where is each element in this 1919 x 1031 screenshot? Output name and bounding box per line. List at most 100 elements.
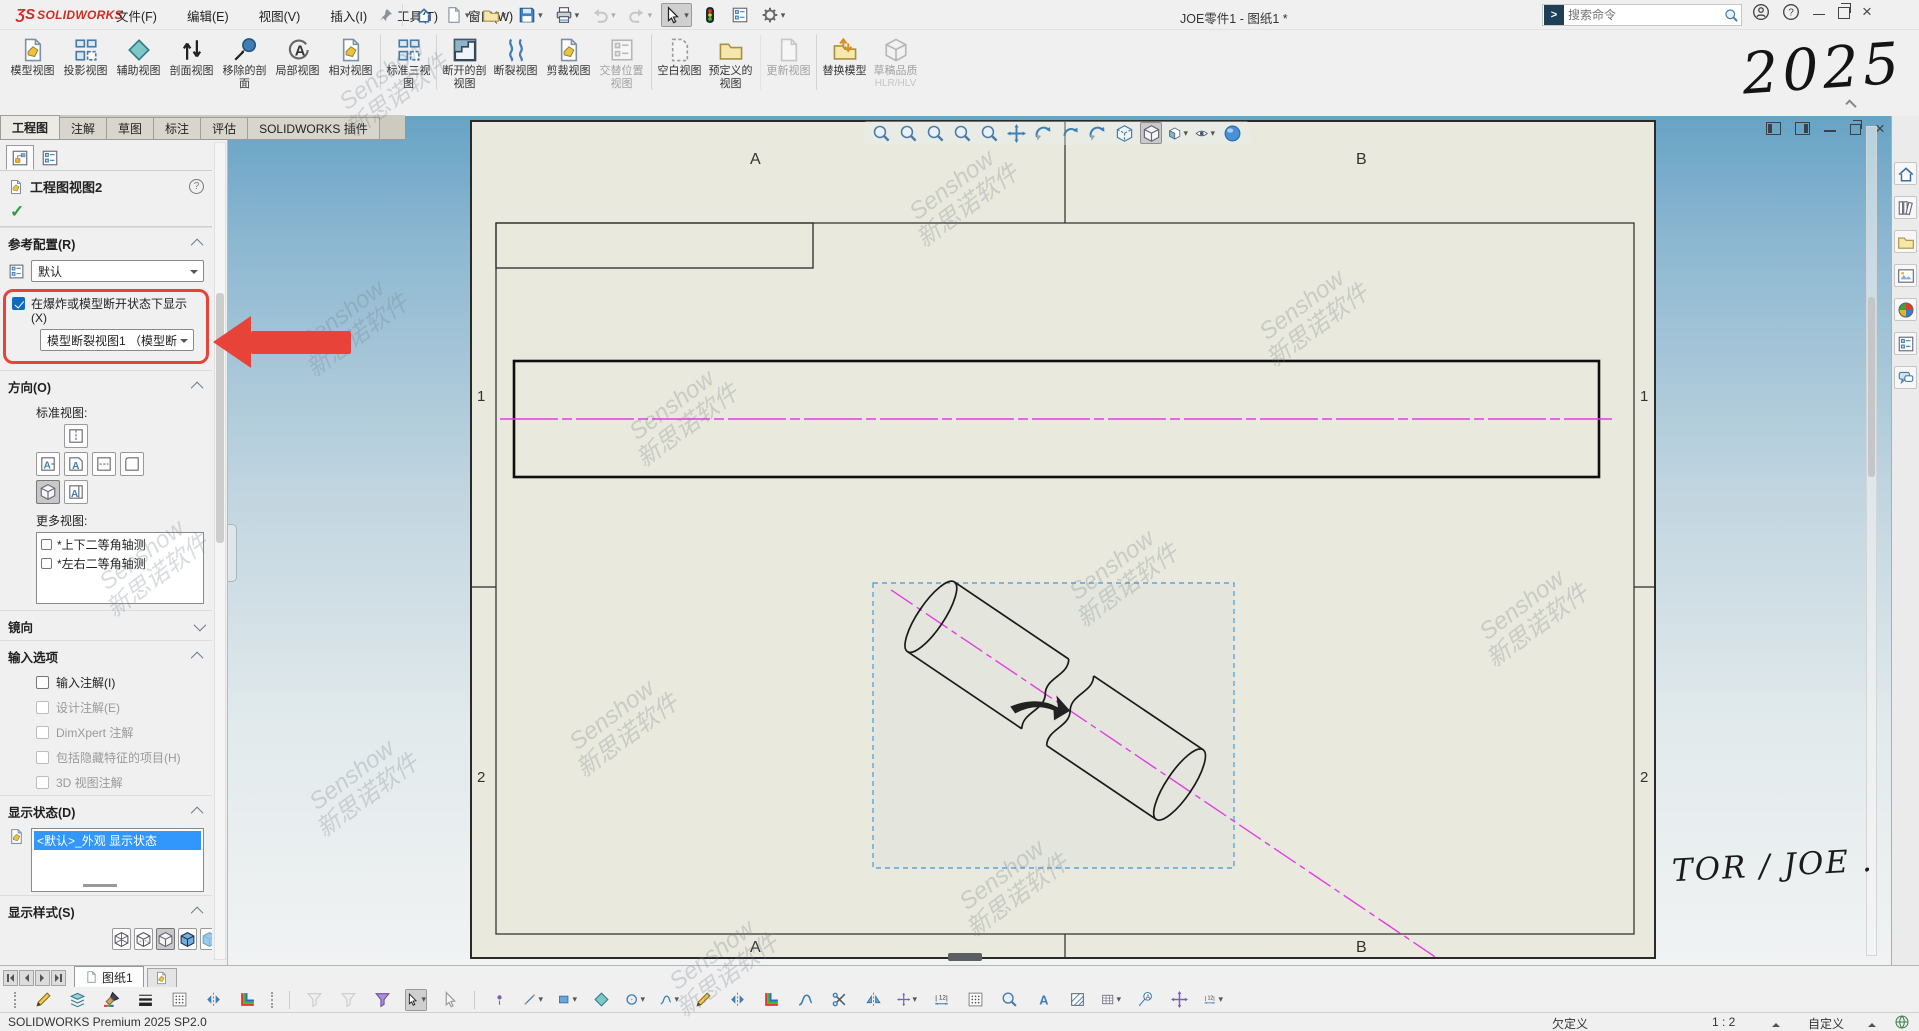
- last-sheet-button[interactable]: [51, 970, 66, 986]
- view-selection-box[interactable]: [873, 583, 1234, 868]
- import-option[interactable]: 输入注解(I): [0, 670, 212, 695]
- select-other-button[interactable]: [439, 989, 461, 1011]
- removed-section-button[interactable]: 移除的剖面: [218, 34, 271, 90]
- option-checkbox[interactable]: [36, 751, 49, 764]
- model-break-view-dropdown[interactable]: 模型断裂视图1 （模型断: [40, 329, 194, 351]
- import-option[interactable]: DimXpert 注解: [0, 720, 212, 745]
- import-option[interactable]: 包括隐藏特征的项目(H): [0, 745, 212, 770]
- sketch-polygon-button[interactable]: [590, 989, 612, 1011]
- panel-splitter-handle[interactable]: [228, 524, 237, 582]
- sketch-point-button[interactable]: [488, 989, 510, 1011]
- select-tool-button[interactable]: [405, 989, 427, 1011]
- custom-properties-button[interactable]: [1894, 332, 1917, 355]
- mirror-entities-button[interactable]: [862, 989, 884, 1011]
- ribbon-collapse-icon[interactable]: [1845, 99, 1856, 110]
- undo-button[interactable]: [588, 3, 619, 27]
- view-isometric-button[interactable]: [36, 480, 60, 504]
- command-tab[interactable]: 标注: [153, 117, 201, 139]
- sketch-circle-button[interactable]: [624, 989, 646, 1011]
- section-mirror[interactable]: 镜向: [0, 610, 212, 640]
- more-views-list[interactable]: *上下二等角轴测 *左右二等角轴测: [36, 532, 204, 604]
- exploded-state-checkbox[interactable]: [12, 297, 25, 310]
- toolbar-grip[interactable]: [271, 992, 274, 1008]
- redraw-button[interactable]: [1086, 122, 1108, 144]
- view-palette-button[interactable]: [1894, 264, 1917, 287]
- open-button[interactable]: [479, 3, 510, 27]
- table-button[interactable]: [1100, 989, 1122, 1011]
- sheet-tab[interactable]: 图纸1: [74, 966, 144, 987]
- sketch-line-button[interactable]: [522, 989, 544, 1011]
- new-document-button[interactable]: [442, 3, 473, 27]
- magnify-button[interactable]: [998, 989, 1020, 1011]
- update-view-button[interactable]: 更新视图: [760, 34, 813, 90]
- command-tab[interactable]: 注解: [59, 117, 107, 139]
- dimension-set-button[interactable]: [1202, 989, 1224, 1011]
- display-state-list[interactable]: <默认>_外观 显示状态: [31, 828, 204, 892]
- layers-button[interactable]: [66, 989, 88, 1011]
- display-state-scrollbar[interactable]: [83, 884, 117, 887]
- units-label[interactable]: 自定义: [1808, 1015, 1844, 1031]
- add-sheet-button[interactable]: [147, 968, 177, 987]
- help-icon[interactable]: [1782, 3, 1800, 21]
- next-sheet-button[interactable]: [35, 970, 50, 986]
- menu-item[interactable]: 编辑(E): [183, 4, 233, 27]
- filter-faces-button[interactable]: [337, 989, 359, 1011]
- break-view-button[interactable]: 断裂视图: [489, 34, 542, 90]
- import-option[interactable]: 设计注解(E): [0, 695, 212, 720]
- search-icon[interactable]: [1724, 8, 1739, 23]
- previous-view-button[interactable]: [978, 122, 1000, 144]
- command-tab[interactable]: 工程图: [0, 115, 60, 139]
- sketch-centerline-button[interactable]: [726, 989, 748, 1011]
- menu-item[interactable]: 插入(I): [326, 4, 371, 27]
- minimize-button[interactable]: [1812, 5, 1826, 19]
- model-view-button[interactable]: 模型视图: [6, 34, 59, 90]
- scrollbar-thumb[interactable]: [948, 953, 982, 961]
- auxiliary-view-button[interactable]: 辅助视图: [112, 34, 165, 90]
- section-reference-configuration[interactable]: 参考配置(R): [0, 227, 212, 257]
- help-icon[interactable]: ?: [189, 179, 204, 194]
- display-state-selected[interactable]: <默认>_外观 显示状态: [34, 831, 201, 850]
- scale-caret-icon[interactable]: [1772, 1019, 1780, 1027]
- view-orientation-button[interactable]: [1059, 122, 1081, 144]
- corner-style-button[interactable]: [236, 989, 258, 1011]
- search-input[interactable]: [1568, 8, 1724, 22]
- import-option[interactable]: 3D 视图注解: [0, 770, 212, 795]
- standard-3-view-button[interactable]: 标准三视图: [380, 34, 433, 90]
- smart-dimension-button[interactable]: [930, 989, 952, 1011]
- line-thickness-button[interactable]: [134, 989, 156, 1011]
- configuration-dropdown[interactable]: 默认: [31, 260, 204, 282]
- appearances-button[interactable]: [1894, 298, 1917, 321]
- sheet-scale-label[interactable]: 1 : 2: [1712, 1015, 1735, 1029]
- style-shaded-button[interactable]: [200, 928, 212, 950]
- pin-icon[interactable]: [378, 7, 394, 23]
- first-sheet-button[interactable]: [3, 970, 18, 986]
- view-top-button[interactable]: [64, 424, 88, 448]
- taskpane-home-button[interactable]: [1894, 162, 1917, 185]
- save-button[interactable]: [515, 3, 546, 27]
- rotate-view-button[interactable]: [1032, 122, 1054, 144]
- rebuild-traffic-button[interactable]: [698, 3, 722, 27]
- alternate-position-view-button[interactable]: 交替位置视图: [595, 34, 648, 90]
- view-right-button[interactable]: [92, 452, 116, 476]
- sketch-spline-button[interactable]: [794, 989, 816, 1011]
- scrollbar-thumb[interactable]: [216, 293, 224, 543]
- layer-properties-button[interactable]: [32, 989, 54, 1011]
- command-tab[interactable]: SOLIDWORKS 插件: [247, 117, 380, 139]
- sketch-corner-button[interactable]: [760, 989, 782, 1011]
- display-style-button[interactable]: [1140, 122, 1162, 144]
- apply-scene-button[interactable]: [1221, 122, 1243, 144]
- restore-button[interactable]: [1838, 7, 1850, 19]
- tag-editor-icon[interactable]: [1894, 1014, 1910, 1030]
- ok-check-icon[interactable]: ✓: [10, 202, 24, 221]
- toggle-left-pane-icon[interactable]: [1766, 122, 1781, 135]
- toolbar-grip[interactable]: [14, 992, 17, 1008]
- relative-view-button[interactable]: 相对视图: [324, 34, 377, 90]
- close-button[interactable]: ×: [1862, 5, 1872, 19]
- option-checkbox[interactable]: [36, 776, 49, 789]
- filter-toggle-button[interactable]: [371, 989, 393, 1011]
- file-explorer-button[interactable]: [1894, 230, 1917, 253]
- design-library-button[interactable]: [1894, 196, 1917, 219]
- sketch-pencil-button[interactable]: [692, 989, 714, 1011]
- zoom-in-out-button[interactable]: [924, 122, 946, 144]
- replace-model-button[interactable]: 替换模型: [816, 34, 869, 90]
